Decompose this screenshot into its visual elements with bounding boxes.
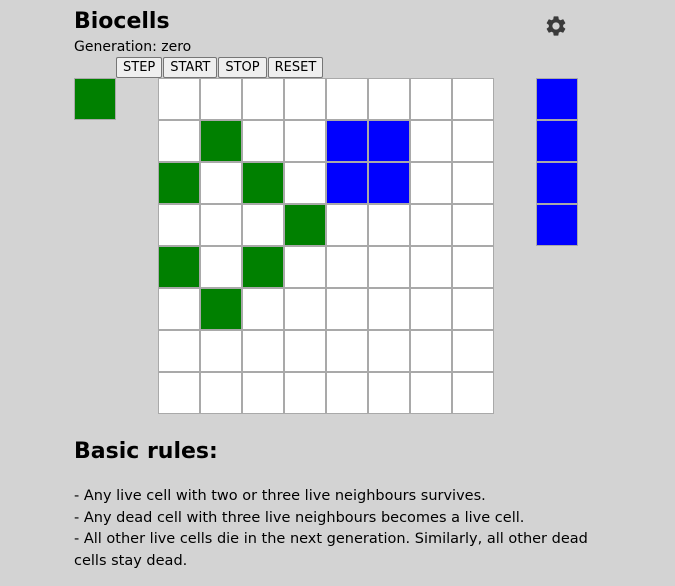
board-cell[interactable] [326, 372, 368, 414]
board-cell[interactable] [242, 162, 284, 204]
stop-button[interactable]: STOP [218, 57, 267, 78]
board-cell[interactable] [242, 288, 284, 330]
board-cell[interactable] [326, 162, 368, 204]
reset-button[interactable]: RESET [267, 57, 324, 78]
board-cell[interactable] [284, 204, 326, 246]
rule-line: - All other live cells die in the next g… [74, 531, 588, 569]
board-cell[interactable] [200, 372, 242, 414]
generation-label: Generation: zero [74, 39, 192, 55]
board-cell[interactable] [452, 78, 494, 120]
board-cell[interactable] [158, 246, 200, 288]
palette-swatch[interactable] [536, 204, 578, 246]
app-title: Biocells [74, 9, 170, 34]
board-cell[interactable] [452, 330, 494, 372]
board-cell[interactable] [200, 162, 242, 204]
board-cell[interactable] [410, 78, 452, 120]
board-cell[interactable] [368, 288, 410, 330]
cell-board [158, 78, 494, 414]
board-cell[interactable] [284, 120, 326, 162]
board-cell[interactable] [158, 204, 200, 246]
board-cell[interactable] [242, 372, 284, 414]
rule-line: - Any dead cell with three live neighbou… [74, 509, 525, 526]
board-cell[interactable] [242, 246, 284, 288]
board-cell[interactable] [242, 120, 284, 162]
rules-heading: Basic rules: [74, 439, 218, 464]
board-cell[interactable] [452, 162, 494, 204]
palette-swatch[interactable] [536, 78, 578, 120]
board-cell[interactable] [326, 78, 368, 120]
start-button[interactable]: START [163, 57, 218, 78]
board-cell[interactable] [158, 162, 200, 204]
board-cell[interactable] [368, 246, 410, 288]
board-cell[interactable] [158, 120, 200, 162]
board-cell[interactable] [410, 120, 452, 162]
board-cell[interactable] [242, 204, 284, 246]
gear-icon[interactable] [544, 14, 568, 38]
board-cell[interactable] [326, 204, 368, 246]
board-cell[interactable] [326, 120, 368, 162]
board-cell[interactable] [284, 246, 326, 288]
board-cell[interactable] [410, 246, 452, 288]
board-cell[interactable] [200, 78, 242, 120]
board-cell[interactable] [284, 372, 326, 414]
board-cell[interactable] [158, 288, 200, 330]
board-cell[interactable] [284, 288, 326, 330]
board-cell[interactable] [368, 330, 410, 372]
board-cell[interactable] [158, 78, 200, 120]
board-cell[interactable] [326, 330, 368, 372]
board-cell[interactable] [326, 288, 368, 330]
board-cell[interactable] [284, 162, 326, 204]
rules-list: - Any live cell with two or three live n… [74, 486, 594, 572]
board-cell[interactable] [326, 246, 368, 288]
board-cell[interactable] [368, 120, 410, 162]
board-cell[interactable] [284, 78, 326, 120]
board-cell[interactable] [368, 162, 410, 204]
board-cell[interactable] [200, 330, 242, 372]
board-cell[interactable] [242, 330, 284, 372]
board-cell[interactable] [200, 204, 242, 246]
board-cell[interactable] [368, 204, 410, 246]
board-cell[interactable] [410, 162, 452, 204]
board-cell[interactable] [242, 78, 284, 120]
board-cell[interactable] [452, 204, 494, 246]
board-cell[interactable] [200, 120, 242, 162]
palette-swatch[interactable] [536, 120, 578, 162]
species-palette [536, 78, 578, 246]
board-cell[interactable] [368, 372, 410, 414]
board-cell[interactable] [284, 330, 326, 372]
rule-line: - Any live cell with two or three live n… [74, 488, 486, 504]
board-cell[interactable] [200, 246, 242, 288]
board-cell[interactable] [158, 330, 200, 372]
board-cell[interactable] [410, 330, 452, 372]
board-cell[interactable] [410, 204, 452, 246]
board-cell[interactable] [452, 288, 494, 330]
controls-bar: STEP START STOP RESET [116, 57, 324, 78]
board-cell[interactable] [158, 372, 200, 414]
board-cell[interactable] [452, 246, 494, 288]
board-cell[interactable] [200, 288, 242, 330]
board-cell[interactable] [410, 288, 452, 330]
board-cell[interactable] [452, 120, 494, 162]
step-button[interactable]: STEP [116, 57, 163, 78]
palette-swatch[interactable] [536, 162, 578, 204]
board-cell[interactable] [410, 372, 452, 414]
board-cell[interactable] [452, 372, 494, 414]
board-cell[interactable] [368, 78, 410, 120]
selected-species-swatch[interactable] [74, 78, 116, 120]
